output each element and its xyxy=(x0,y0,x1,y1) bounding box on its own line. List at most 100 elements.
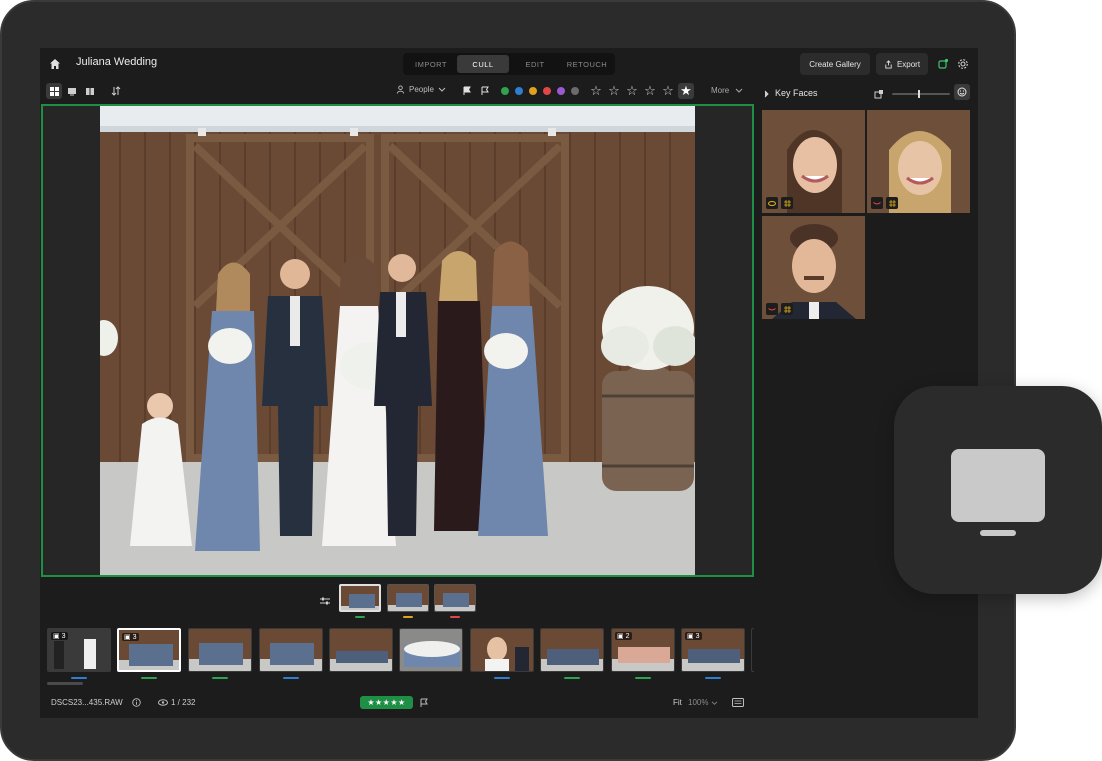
tab-cull[interactable]: CULL xyxy=(457,55,509,73)
color-label-green[interactable] xyxy=(501,87,509,95)
home-icon[interactable] xyxy=(47,56,63,72)
chevron-right-icon[interactable] xyxy=(764,90,770,98)
key-face-mother[interactable] xyxy=(867,110,970,213)
key-faces-title: Key Faces xyxy=(775,88,818,98)
chevron-down-icon[interactable] xyxy=(711,701,718,706)
thumbnail-size-icon[interactable] xyxy=(874,89,884,99)
tab-edit[interactable]: EDIT xyxy=(509,55,561,73)
star-5-icon[interactable]: ☆ xyxy=(660,83,676,99)
eye-open-icon xyxy=(766,197,778,209)
key-face-bride[interactable] xyxy=(762,110,865,213)
thumbnail-size-slider[interactable] xyxy=(892,90,950,98)
photo-viewer[interactable] xyxy=(41,104,754,577)
stack-count-badge: ▣ 3 xyxy=(51,632,68,640)
key-faces-header: Key Faces xyxy=(762,84,972,104)
key-face-groom[interactable] xyxy=(762,216,865,319)
film-thumbnail-partial[interactable] xyxy=(751,628,754,672)
color-label-yellow[interactable] xyxy=(529,87,537,95)
filename: DSCS23...435.RAW xyxy=(51,698,123,707)
stack-count-badge: ▣ 2 xyxy=(615,632,632,640)
grid-view-icon[interactable] xyxy=(46,83,62,99)
film-color-mark xyxy=(635,677,651,679)
color-label-purple[interactable] xyxy=(557,87,565,95)
film-thumbnail[interactable] xyxy=(540,628,604,672)
export-button[interactable]: Export xyxy=(876,53,928,75)
compare-view-icon[interactable] xyxy=(82,83,98,99)
image-position: 1 / 232 xyxy=(171,698,196,707)
film-thumbnail[interactable] xyxy=(188,628,252,672)
fit-label[interactable]: Fit xyxy=(673,698,682,707)
film-thumbnail[interactable]: ▣ 3 xyxy=(47,628,111,672)
stack-count: 3 xyxy=(61,632,66,640)
project-title: Juliana Wedding xyxy=(76,56,158,68)
stack-icon: ▣ xyxy=(687,633,694,640)
tab-retouch[interactable]: RETOUCH xyxy=(561,55,613,73)
filmstrip: ▣ 3 ▣ 3 ▣ 2 ▣ 3 xyxy=(40,626,754,686)
color-label-gray[interactable] xyxy=(571,87,579,95)
film-thumbnail[interactable] xyxy=(399,628,463,672)
film-thumbnail[interactable] xyxy=(329,628,393,672)
film-thumbnail[interactable]: ▣ 2 xyxy=(611,628,675,672)
monitor-icon xyxy=(951,449,1045,522)
eye-closed-icon xyxy=(871,197,883,209)
star-3-icon[interactable]: ☆ xyxy=(624,83,640,99)
loupe-view-icon[interactable] xyxy=(64,83,80,99)
film-thumbnail-selected[interactable]: ▣ 3 xyxy=(117,628,181,672)
color-label-blue[interactable] xyxy=(515,87,523,95)
keyboard-icon[interactable] xyxy=(732,698,744,707)
rating-badge[interactable]: ★★★★★ xyxy=(360,696,413,709)
stack-count-badge: ▣ 3 xyxy=(122,633,139,641)
film-thumbnail[interactable] xyxy=(470,628,534,672)
chevron-down-icon xyxy=(735,88,743,93)
star-filter-icon[interactable]: ★ xyxy=(678,83,694,99)
stack-count-badge: ▣ 3 xyxy=(685,632,702,640)
film-thumbnail[interactable] xyxy=(259,628,323,672)
app-screen: Juliana Wedding IMPORT CULL EDIT RETOUCH… xyxy=(40,48,978,718)
stack-color-mark xyxy=(403,616,413,618)
film-color-mark xyxy=(212,677,228,679)
sharpness-icon xyxy=(781,303,793,315)
stack-thumbnail[interactable] xyxy=(434,584,476,612)
stack-count: 2 xyxy=(625,632,630,640)
people-label: People xyxy=(409,85,434,94)
adjust-icon[interactable] xyxy=(320,593,332,605)
sort-icon[interactable] xyxy=(108,83,124,99)
stack-row xyxy=(40,577,754,623)
star-2-icon[interactable]: ☆ xyxy=(606,83,622,99)
monitor-stand xyxy=(980,530,1016,536)
tab-import[interactable]: IMPORT xyxy=(405,55,457,73)
slider-handle[interactable] xyxy=(918,90,920,98)
create-gallery-button[interactable]: Create Gallery xyxy=(800,53,870,75)
stack-color-mark xyxy=(355,616,365,618)
star-1-icon[interactable]: ☆ xyxy=(588,83,604,99)
people-filter[interactable]: People xyxy=(396,85,446,94)
main-photo xyxy=(100,106,695,575)
flag-reject-icon[interactable] xyxy=(479,85,491,97)
export-label: Export xyxy=(896,59,921,69)
sync-icon[interactable] xyxy=(936,57,950,71)
film-color-mark xyxy=(564,677,580,679)
more-dropdown[interactable]: More xyxy=(711,86,743,95)
stack-count: 3 xyxy=(695,632,700,640)
info-icon[interactable] xyxy=(132,698,141,707)
person-icon xyxy=(396,85,405,94)
flag-icon[interactable] xyxy=(419,698,429,708)
more-label: More xyxy=(711,86,730,95)
flag-pick-icon[interactable] xyxy=(461,85,473,97)
color-label-red[interactable] xyxy=(543,87,551,95)
stack-thumbnail[interactable] xyxy=(339,584,381,612)
gear-icon[interactable] xyxy=(956,57,970,71)
display-app-icon xyxy=(894,386,1102,594)
film-color-mark xyxy=(494,677,510,679)
zoom-level[interactable]: 100% xyxy=(688,698,708,707)
mode-switcher: IMPORT CULL EDIT RETOUCH xyxy=(403,53,615,75)
film-color-mark xyxy=(71,677,87,679)
film-thumbnail[interactable]: ▣ 3 xyxy=(681,628,745,672)
eye-closed-icon xyxy=(766,303,778,315)
star-4-icon[interactable]: ☆ xyxy=(642,83,658,99)
status-bar: DSCS23...435.RAW 1 / 232 ★★★★★ Fit 100% xyxy=(40,690,754,718)
stack-thumbnail[interactable] xyxy=(387,584,429,612)
filmstrip-scrollbar[interactable] xyxy=(47,682,83,685)
tablet-frame: Juliana Wedding IMPORT CULL EDIT RETOUCH… xyxy=(0,0,1016,761)
face-detect-icon[interactable] xyxy=(954,84,970,100)
